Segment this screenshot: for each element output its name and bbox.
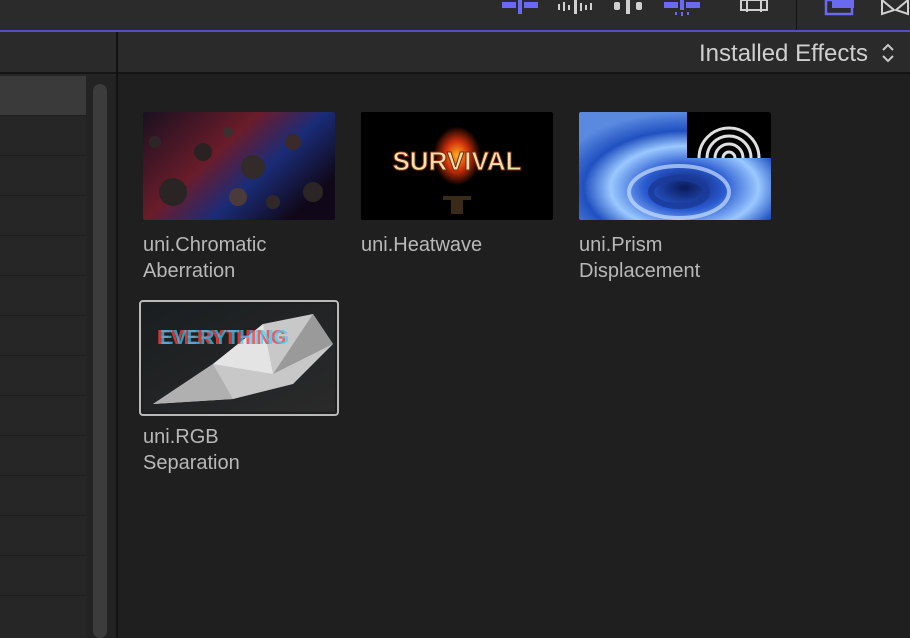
sidebar-item[interactable] <box>0 196 86 236</box>
sidebar-item[interactable] <box>0 156 86 196</box>
browser-header: Installed Effects <box>118 32 910 74</box>
filmstrip-icon[interactable] <box>740 0 768 12</box>
category-popup[interactable]: Installed Effects <box>699 40 868 68</box>
sidebar-item[interactable] <box>0 276 86 316</box>
effect-thumbnail <box>143 112 335 220</box>
sidebar-item[interactable] <box>0 516 86 556</box>
effect-thumbnail: SURVIVAL <box>361 112 553 220</box>
snapping-icon[interactable] <box>664 0 700 16</box>
transitions-icon[interactable] <box>880 0 910 16</box>
sidebar-item[interactable] <box>0 436 86 476</box>
thumbnail-text: SURVIVAL <box>392 146 521 176</box>
sidebar-scrollbar[interactable] <box>93 84 107 638</box>
effect-thumbnail: EVERYTHING EVERYTHING <box>143 304 335 412</box>
sidebar-header <box>0 32 116 74</box>
effect-thumbnail <box>579 112 771 220</box>
waveform-icon[interactable] <box>558 0 594 14</box>
sidebar-item[interactable] <box>0 116 86 156</box>
effect-name: uni.Heatwave <box>361 234 483 256</box>
sidebar-item[interactable] <box>0 356 86 396</box>
toolbar-separator <box>796 0 797 30</box>
sidebar-item[interactable] <box>0 316 86 356</box>
browser-toggle-icon[interactable] <box>824 0 856 16</box>
solo-icon[interactable] <box>614 0 642 14</box>
thumbnail-text: EVERYTHING <box>160 327 289 349</box>
effects-grid: uni.Chromatic Aberration SURVIVAL uni.He… <box>118 76 910 638</box>
sidebar-list <box>0 76 86 638</box>
sidebar-item[interactable] <box>0 76 86 116</box>
updown-chevron-icon[interactable] <box>880 41 896 65</box>
effect-name: uni.Chromatic Aberration <box>143 234 267 282</box>
toolbar <box>0 0 910 30</box>
effect-name: uni.RGB Separation <box>143 426 240 474</box>
sidebar-item[interactable] <box>0 556 86 596</box>
sidebar-item[interactable] <box>0 396 86 436</box>
audio-skim-icon[interactable] <box>502 0 538 14</box>
effect-name: uni.Prism Displacement <box>579 234 701 282</box>
sidebar-item[interactable] <box>0 236 86 276</box>
sidebar-item[interactable] <box>0 476 86 516</box>
